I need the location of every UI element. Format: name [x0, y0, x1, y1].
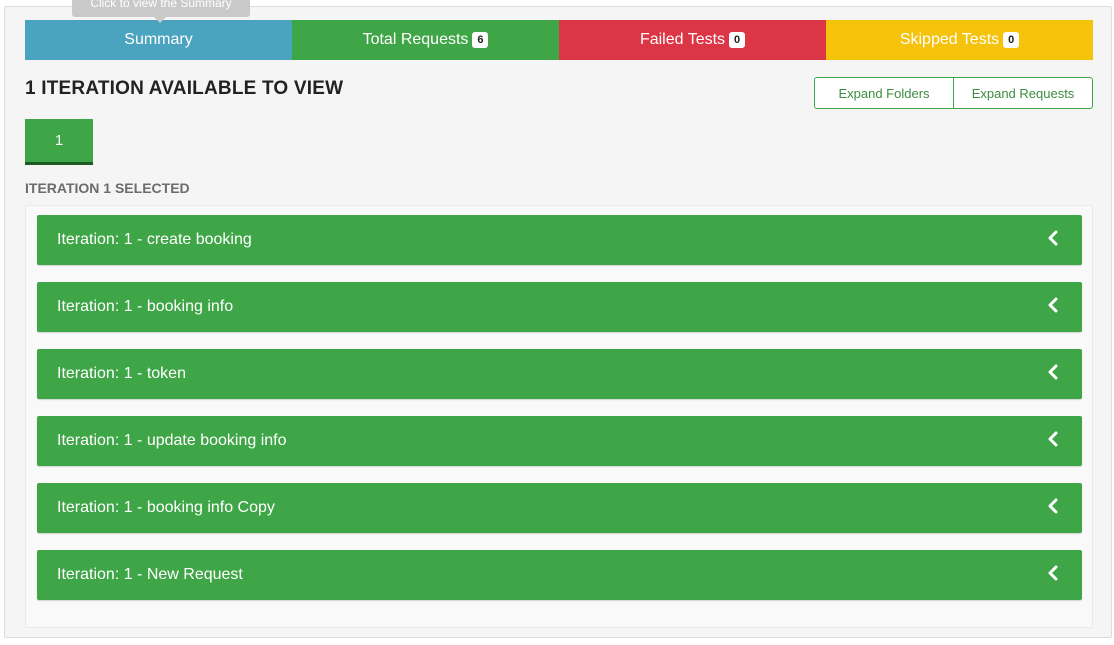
request-row-label: Iteration: 1 - booking info Copy — [57, 499, 275, 516]
chevron-left-icon[interactable] — [1046, 497, 1060, 515]
request-row-new-request[interactable]: Iteration: 1 - New Request — [37, 550, 1082, 600]
summary-tooltip: Click to view the Summary — [72, 0, 250, 23]
page-title: 1 ITERATION AVAILABLE TO VIEW — [25, 78, 344, 99]
tab-skipped-tests[interactable]: Skipped Tests 0 — [826, 20, 1093, 60]
chevron-left-icon[interactable] — [1046, 296, 1060, 314]
request-row-label: Iteration: 1 - update booking info — [57, 432, 287, 449]
chevron-left-icon[interactable] — [1046, 564, 1060, 582]
skipped-tests-count-badge: 0 — [1003, 32, 1020, 48]
tab-summary[interactable]: Summary — [25, 20, 292, 60]
iteration-tab-1[interactable]: 1 — [25, 119, 93, 165]
request-row-label: Iteration: 1 - booking info — [57, 298, 234, 315]
iteration-selected-label: ITERATION 1 SELECTED — [25, 180, 190, 196]
request-row-booking-info[interactable]: Iteration: 1 - booking info — [37, 282, 1082, 332]
request-row-label: Iteration: 1 - token — [57, 365, 186, 382]
request-list-panel: Iteration: 1 - create booking Iteration:… — [25, 205, 1093, 628]
report-container: Click to view the Summary Summary Total … — [4, 0, 1112, 638]
chevron-left-icon[interactable] — [1046, 363, 1060, 381]
request-row-token[interactable]: Iteration: 1 - token — [37, 349, 1082, 399]
tab-failed-tests[interactable]: Failed Tests 0 — [559, 20, 826, 60]
tab-failed-tests-label: Failed Tests — [639, 31, 726, 48]
expand-folders-button[interactable]: Expand Folders — [815, 78, 954, 108]
chevron-left-icon[interactable] — [1046, 229, 1060, 247]
tab-total-requests[interactable]: Total Requests 6 — [292, 20, 559, 60]
tab-summary-label: Summary — [124, 31, 193, 48]
expand-button-group: Expand Folders Expand Requests — [814, 77, 1093, 109]
failed-tests-count-badge: 0 — [729, 32, 746, 48]
request-row-booking-info-copy[interactable]: Iteration: 1 - booking info Copy — [37, 483, 1082, 533]
request-row-create-booking[interactable]: Iteration: 1 - create booking — [37, 215, 1082, 265]
request-row-label: Iteration: 1 - create booking — [57, 231, 252, 248]
chevron-left-icon[interactable] — [1046, 430, 1060, 448]
expand-requests-button[interactable]: Expand Requests — [954, 78, 1092, 108]
request-row-update-booking-info[interactable]: Iteration: 1 - update booking info — [37, 416, 1082, 466]
request-row-label: Iteration: 1 - New Request — [57, 566, 243, 583]
total-requests-count-badge: 6 — [472, 32, 489, 48]
tab-total-requests-label: Total Requests — [362, 31, 469, 48]
summary-tabs: Summary Total Requests 6 Failed Tests 0 … — [25, 20, 1093, 60]
tab-skipped-tests-label: Skipped Tests — [899, 31, 1000, 48]
